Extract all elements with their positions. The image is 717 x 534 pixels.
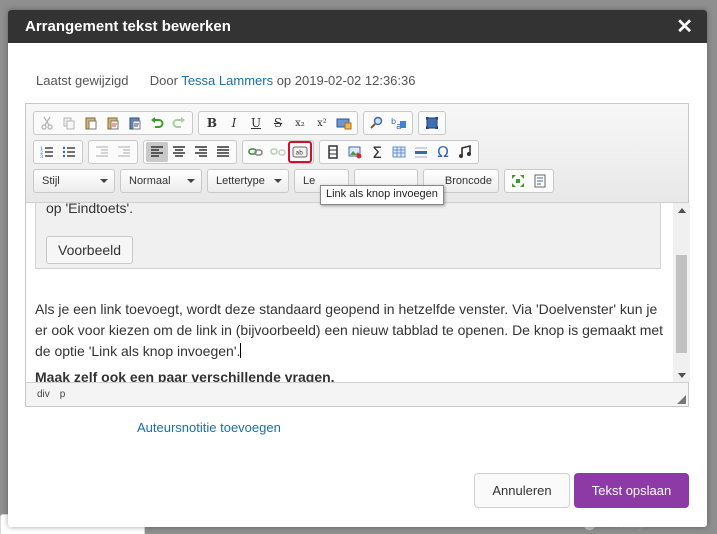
preview-button[interactable]: Voorbeeld [46, 236, 134, 264]
bold-heading: Maak zelf ook een paar verschillende vra… [35, 369, 335, 382]
underline-button[interactable]: U [245, 113, 267, 133]
save-button[interactable]: Tekst opslaan [574, 473, 689, 508]
superscript-button[interactable]: x² [311, 113, 333, 133]
indent-icon[interactable] [113, 142, 135, 162]
fullscreen-icon[interactable] [507, 171, 529, 191]
paste-word-icon[interactable] [124, 113, 146, 133]
font-select[interactable]: Lettertype [207, 169, 289, 193]
add-author-note-link[interactable]: Auteursnotitie toevoegen [137, 420, 281, 435]
last-modified-date: op 2019-02-02 12:36:36 [276, 73, 416, 88]
omega-icon[interactable]: Ω [432, 142, 454, 162]
edit-text-dialog: Arrangement tekst bewerken ✕ Laatst gewi… [8, 10, 707, 527]
numbered-list-icon[interactable]: 123 [36, 142, 58, 162]
chevron-down-icon [100, 179, 108, 183]
link-group: ab [242, 140, 314, 164]
font-select-value: Lettertype [216, 175, 265, 187]
chevron-down-icon [187, 179, 195, 183]
align-right-icon[interactable] [190, 142, 212, 162]
align-left-icon[interactable] [146, 142, 168, 162]
embedded-block: op 'Eindtoets'. Voorbeeld [35, 203, 661, 269]
link-icon[interactable] [245, 142, 267, 162]
outdent-icon[interactable] [91, 142, 113, 162]
cutoff-text: op 'Eindtoets'. [46, 203, 134, 216]
show-blocks-icon[interactable] [529, 171, 551, 191]
align-justify-icon[interactable] [212, 142, 234, 162]
unlink-icon[interactable] [267, 142, 289, 162]
undo-icon[interactable] [146, 113, 168, 133]
close-icon[interactable]: ✕ [676, 17, 693, 37]
svg-text:3: 3 [40, 154, 43, 159]
copy-icon[interactable] [58, 113, 80, 133]
scroll-up-icon[interactable] [673, 203, 690, 217]
dialog-title: Arrangement tekst bewerken [25, 18, 231, 35]
link-as-button-icon[interactable]: ab [288, 141, 312, 163]
style-select[interactable]: Stijl [33, 169, 115, 193]
find-group: ba [363, 111, 413, 135]
format-select-value: Normaal [129, 175, 171, 187]
insert-image-icon[interactable] [344, 142, 366, 162]
horizontal-line-icon[interactable] [410, 142, 432, 162]
dialog-titlebar: Arrangement tekst bewerken ✕ [8, 10, 707, 43]
paragraph-text: Als je een link toevoegt, wordt deze sta… [35, 301, 664, 359]
strikethrough-button[interactable]: S [267, 113, 289, 133]
size-select-value: Le [303, 175, 316, 187]
content-scrollbar[interactable] [673, 203, 690, 382]
replace-icon[interactable]: ba [388, 113, 410, 133]
last-modified: Laatst gewijzigd Door Tessa Lammers op 2… [36, 73, 416, 88]
svg-text:ab: ab [296, 150, 304, 157]
toolbar-row-2: 123 ab Σ Ω [33, 140, 681, 164]
alignment-group [143, 140, 237, 164]
style-select-value: Stijl [42, 175, 60, 187]
subscript-button[interactable]: x₂ [289, 113, 311, 133]
last-modified-by: Door [149, 73, 178, 88]
table-icon[interactable] [388, 142, 410, 162]
paragraph: Als je een link toevoegt, wordt deze sta… [35, 299, 665, 362]
author-link[interactable]: Tessa Lammers [181, 73, 273, 88]
path-item[interactable]: p [60, 389, 66, 400]
path-item[interactable]: div [37, 389, 50, 400]
cut-icon[interactable] [36, 113, 58, 133]
editor-content[interactable]: op 'Eindtoets'. Voorbeeld Als je een lin… [26, 203, 673, 382]
text-cursor [240, 343, 242, 358]
insert-group: Σ Ω [319, 140, 479, 164]
rich-text-editor: B I U S x₂ x² ba 1 2 3 ab Σ Ω Stijl Norm… [25, 103, 690, 407]
align-center-icon[interactable] [168, 142, 190, 162]
view-group [504, 169, 554, 193]
source-button-label: Broncode [444, 175, 492, 187]
bold-button[interactable]: B [201, 113, 223, 133]
format-select[interactable]: Normaal [120, 169, 202, 193]
bulleted-list-icon[interactable] [58, 142, 80, 162]
scroll-thumb[interactable] [676, 255, 687, 353]
toolbar-row-1: B I U S x₂ x² ba [33, 111, 681, 135]
paste-icon[interactable] [80, 113, 102, 133]
remove-format-icon[interactable] [333, 113, 355, 133]
element-path-bar: div p [26, 382, 688, 406]
redo-icon[interactable] [168, 113, 190, 133]
italic-button[interactable]: I [223, 113, 245, 133]
audio-icon[interactable] [454, 142, 476, 162]
find-icon[interactable] [366, 113, 388, 133]
basic-styles-group: B I U S x₂ x² [198, 111, 358, 135]
paste-text-icon[interactable] [102, 113, 124, 133]
tooltip: Link als knop invoegen [320, 185, 444, 205]
indent-group [88, 140, 138, 164]
chevron-down-icon [274, 179, 282, 183]
film-icon[interactable] [322, 142, 344, 162]
scroll-down-icon[interactable] [673, 368, 690, 382]
resize-handle-icon[interactable] [677, 395, 686, 404]
sigma-icon[interactable]: Σ [366, 142, 388, 162]
cancel-button[interactable]: Annuleren [474, 473, 570, 508]
maximize-icon[interactable] [421, 113, 443, 133]
list-group: 123 [33, 140, 83, 164]
maximize-group [418, 111, 446, 135]
clipboard-group [33, 111, 193, 135]
last-modified-label: Laatst gewijzigd [36, 73, 129, 88]
